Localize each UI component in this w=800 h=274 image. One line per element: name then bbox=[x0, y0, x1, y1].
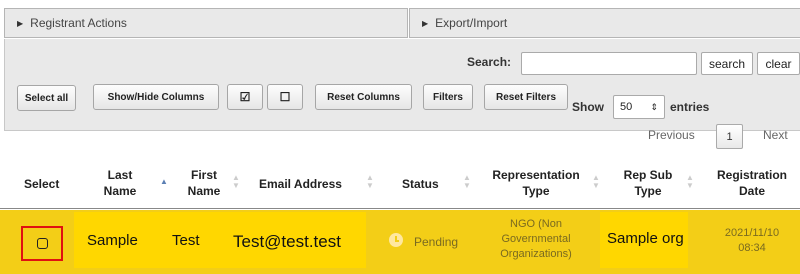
search-button[interactable]: search bbox=[701, 52, 753, 75]
sort-both-icon[interactable]: ▲ ▼ bbox=[366, 174, 374, 190]
entries-value: 50 bbox=[620, 101, 633, 113]
registrant-actions-panel[interactable]: ▶ Registrant Actions bbox=[4, 8, 408, 38]
col-registration-date-header[interactable]: Registration Date bbox=[710, 167, 794, 199]
checkbox-checked-icon: ☑ bbox=[239, 90, 251, 104]
cell-first-name: Test bbox=[172, 232, 200, 249]
cell-status: Pending bbox=[414, 235, 459, 249]
sort-asc-icon[interactable]: ▲ bbox=[160, 178, 168, 186]
rep-type-line3: Organizations) bbox=[500, 248, 572, 260]
updown-arrows-icon: ⇕ bbox=[650, 101, 658, 112]
uncheck-all-button[interactable]: ☐ bbox=[267, 84, 303, 110]
col-last-name-line2: Name bbox=[103, 184, 137, 198]
page-1-button[interactable]: 1 bbox=[716, 124, 743, 149]
export-import-label: Export/Import bbox=[435, 16, 508, 30]
entries-label: entries bbox=[670, 100, 710, 114]
show-label: Show bbox=[572, 100, 604, 114]
col-first-name-line2: Name bbox=[187, 184, 221, 198]
cell-registration-date: 2021/11/10 08:34 bbox=[712, 226, 792, 256]
col-reg-date-line2: Date bbox=[738, 184, 765, 198]
rep-type-line2: Governmental bbox=[501, 233, 571, 245]
col-rep-sub-type-line2: Type bbox=[634, 184, 662, 198]
col-last-name-line1: Last bbox=[107, 168, 133, 182]
col-reg-date-line1: Registration bbox=[716, 168, 787, 182]
rep-type-line1: NGO (Non bbox=[510, 218, 562, 230]
registrant-actions-label: Registrant Actions bbox=[30, 16, 127, 30]
search-input[interactable] bbox=[521, 52, 697, 75]
col-status-header[interactable]: Status bbox=[402, 176, 439, 192]
entries-select[interactable]: 50 ⇕ bbox=[613, 95, 665, 119]
filters-button[interactable]: Filters bbox=[423, 84, 473, 110]
cell-last-name: Sample bbox=[87, 232, 138, 249]
col-last-name-header[interactable]: Last Name bbox=[100, 167, 140, 199]
col-first-name-header[interactable]: First Name bbox=[184, 167, 224, 199]
col-representation-type-header[interactable]: Representation Type bbox=[488, 167, 584, 199]
checkbox-empty-icon: ☐ bbox=[279, 90, 291, 104]
row-select-checkbox[interactable] bbox=[37, 238, 48, 249]
col-rep-sub-type-header[interactable]: Rep Sub Type bbox=[618, 167, 678, 199]
export-import-panel[interactable]: ▶ Export/Import bbox=[409, 8, 800, 38]
clear-button[interactable]: clear bbox=[757, 52, 800, 75]
reset-filters-button[interactable]: Reset Filters bbox=[484, 84, 568, 110]
sort-both-icon[interactable]: ▲ ▼ bbox=[232, 174, 240, 190]
reg-date-line2: 08:34 bbox=[738, 242, 766, 254]
sort-both-icon[interactable]: ▲ ▼ bbox=[463, 174, 471, 190]
expand-triangle-icon: ▶ bbox=[17, 18, 24, 28]
cell-rep-sub-type: Sample org bbox=[607, 230, 684, 247]
previous-page-link[interactable]: Previous bbox=[648, 128, 695, 142]
cell-email: Test@test.test bbox=[233, 232, 341, 251]
clock-icon bbox=[389, 233, 403, 247]
show-hide-columns-button[interactable]: Show/Hide Columns bbox=[93, 84, 219, 110]
cell-representation-type: NGO (Non Governmental Organizations) bbox=[486, 217, 586, 262]
top-edge bbox=[0, 0, 800, 8]
reg-date-line1: 2021/11/10 bbox=[724, 227, 780, 239]
col-select-header[interactable]: Select bbox=[24, 176, 59, 192]
col-rep-type-line2: Type bbox=[522, 184, 550, 198]
search-label: Search: bbox=[467, 55, 512, 69]
expand-triangle-icon: ▶ bbox=[422, 18, 429, 28]
select-all-button[interactable]: Select all bbox=[17, 85, 76, 111]
col-rep-type-line1: Representation bbox=[492, 168, 580, 182]
check-all-button[interactable]: ☑ bbox=[227, 84, 263, 110]
col-email-header[interactable]: Email Address bbox=[259, 176, 342, 192]
sort-both-icon[interactable]: ▲ ▼ bbox=[686, 174, 694, 190]
col-first-name-line1: First bbox=[190, 168, 217, 182]
sort-both-icon[interactable]: ▲ ▼ bbox=[592, 174, 600, 190]
reset-columns-button[interactable]: Reset Columns bbox=[315, 84, 412, 110]
next-page-link[interactable]: Next bbox=[763, 128, 788, 142]
col-rep-sub-type-line1: Rep Sub bbox=[623, 168, 673, 182]
